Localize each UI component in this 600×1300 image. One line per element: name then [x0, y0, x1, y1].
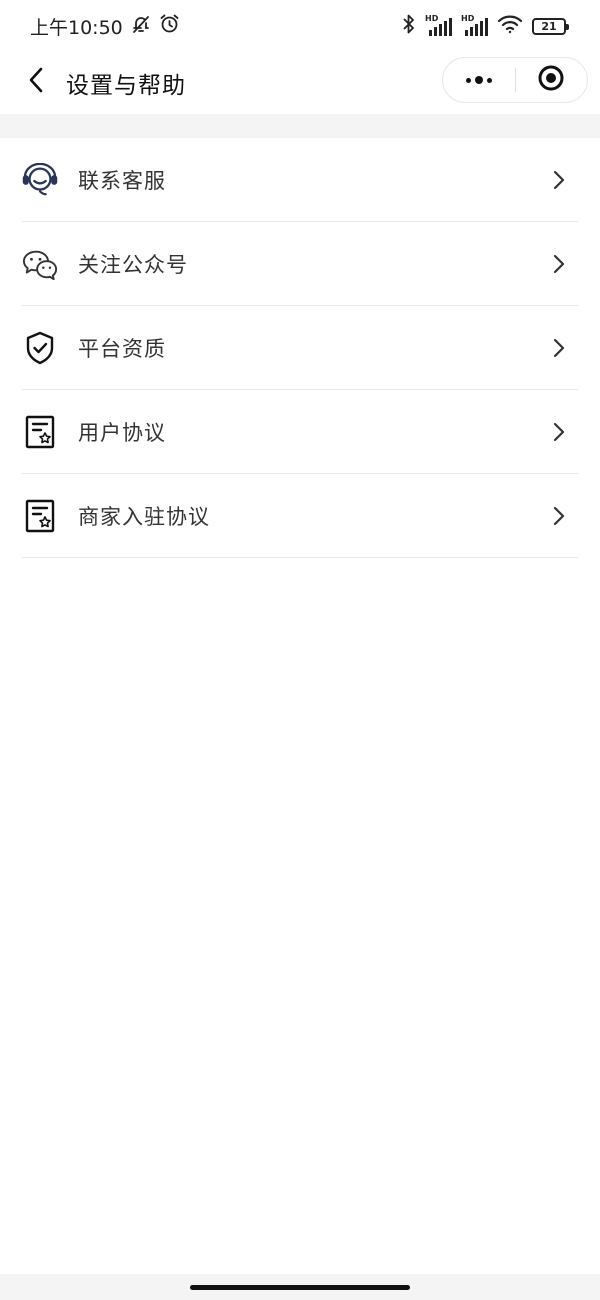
menu-item-merchant-agreement[interactable]: 商家入驻协议 — [0, 474, 600, 558]
battery-level: 21 — [541, 19, 557, 33]
headset-icon — [22, 162, 58, 198]
status-time: 上午10:50 — [30, 16, 123, 39]
nav-bar: 设置与帮助 — [0, 52, 600, 114]
home-indicator[interactable] — [190, 1285, 410, 1290]
more-icon — [465, 76, 492, 84]
wifi-icon — [497, 14, 523, 39]
menu-item-label: 关注公众号 — [78, 253, 188, 277]
home-indicator-area — [0, 1274, 600, 1300]
back-button[interactable] — [18, 64, 54, 100]
alarm-icon — [159, 13, 180, 39]
hd-signal-icon: HD — [461, 14, 488, 36]
page-title: 设置与帮助 — [66, 73, 186, 99]
menu-item-follow-account[interactable]: 关注公众号 — [0, 222, 600, 306]
more-button[interactable] — [443, 57, 515, 103]
menu-item-contact-service[interactable]: 联系客服 — [0, 138, 600, 222]
wechat-icon — [22, 246, 58, 282]
settings-menu: 联系客服 关注公众号 平台资质 用户协议 商家入驻协议 — [0, 138, 600, 558]
status-left: 上午10:50 — [30, 13, 180, 40]
bell-off-icon — [131, 14, 151, 39]
status-right: HD HD 21 — [402, 13, 569, 40]
chevron-right-icon — [552, 169, 570, 191]
chevron-right-icon — [552, 505, 570, 527]
chevron-right-icon — [552, 253, 570, 275]
bluetooth-icon — [402, 13, 416, 40]
chevron-right-icon — [552, 337, 570, 359]
menu-item-label: 联系客服 — [78, 169, 166, 193]
target-icon — [537, 64, 565, 96]
shield-check-icon — [22, 330, 58, 366]
menu-item-user-agreement[interactable]: 用户协议 — [0, 390, 600, 474]
chevron-left-icon — [26, 66, 46, 98]
chevron-right-icon — [552, 421, 570, 443]
menu-item-label: 商家入驻协议 — [78, 505, 210, 529]
mini-program-capsule — [442, 57, 588, 103]
document-star-icon — [22, 498, 58, 534]
menu-item-label: 用户协议 — [78, 421, 166, 445]
menu-item-platform-qualification[interactable]: 平台资质 — [0, 306, 600, 390]
close-button[interactable] — [516, 57, 588, 103]
section-gap — [0, 114, 600, 138]
battery-icon: 21 — [532, 17, 569, 35]
menu-item-label: 平台资质 — [78, 337, 166, 361]
document-star-icon — [22, 414, 58, 450]
status-bar: 上午10:50 HD HD 21 — [0, 0, 600, 52]
hd-signal-icon: HD — [425, 14, 452, 36]
